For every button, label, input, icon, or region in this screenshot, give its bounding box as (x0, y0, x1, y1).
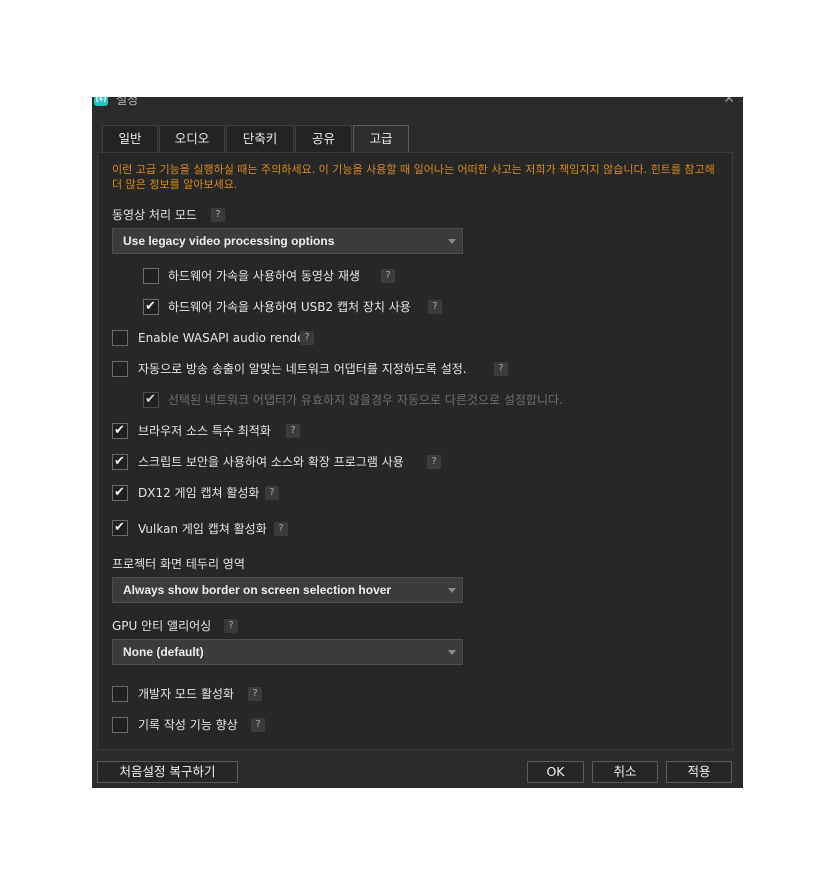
checkmark-icon: ✔ (114, 485, 125, 500)
tab-sharing[interactable]: 공유 (295, 125, 352, 152)
help-icon[interactable]: ? (381, 269, 395, 283)
help-icon[interactable]: ? (265, 486, 279, 500)
video-mode-select[interactable]: Use legacy video processing options (112, 228, 463, 254)
tab-label: 고급 (369, 131, 393, 146)
window-title: 설정 (116, 97, 139, 107)
tab-label: 단축키 (242, 131, 278, 146)
dev-mode-label: 개발자 모드 활성화 (138, 687, 234, 701)
checkmark-icon: ✔ (145, 299, 156, 314)
tab-advanced[interactable]: 고급 (353, 125, 409, 153)
title-bar: 설정 ✕ (92, 97, 743, 109)
wasapi-checkbox[interactable] (112, 330, 128, 346)
help-icon[interactable]: ? (428, 300, 442, 314)
vulkan-label: Vulkan 게임 캡쳐 활성화 (138, 522, 267, 536)
script-security-label: 스크립트 보안을 사용하여 소스와 확장 프로그램 사용 (138, 455, 404, 469)
auto-adapter-label: 자동으로 방송 송출이 알맞는 네트워크 어댑터를 지정하도록 설정. (138, 362, 467, 376)
chevron-down-icon (448, 239, 456, 244)
close-icon[interactable]: ✕ (723, 97, 735, 107)
advanced-panel: 이런 고급 기능을 실행하실 때는 주의하세요. 이 기능을 사용할 때 일어나… (97, 152, 733, 750)
warning-text: 이런 고급 기능을 실행하실 때는 주의하세요. 이 기능을 사용할 때 일어나… (112, 163, 715, 191)
help-icon[interactable]: ? (211, 208, 225, 222)
chevron-down-icon (448, 588, 456, 593)
help-icon[interactable]: ? (427, 455, 441, 469)
logging-label: 기록 작성 기능 향상 (138, 718, 238, 732)
adapter-fallback-label: 선택된 네트워크 어댑터가 유효하지 않을경우 자동으로 다른것으로 설정합니다… (168, 393, 563, 407)
browser-opt-checkbox[interactable]: ✔ (112, 423, 128, 439)
apply-button[interactable]: 적용 (666, 761, 732, 783)
checkmark-icon: ✔ (114, 520, 125, 535)
reset-defaults-button[interactable]: 처음설정 복구하기 (97, 761, 238, 783)
gpu-aa-value: None (default) (123, 645, 204, 659)
dx12-label: DX12 게임 캡쳐 활성화 (138, 486, 260, 500)
video-mode-label: 동영상 처리 모드 (112, 208, 197, 222)
help-icon[interactable]: ? (274, 522, 288, 536)
tab-general[interactable]: 일반 (102, 125, 158, 152)
adapter-fallback-checkbox[interactable]: ✔ (143, 392, 159, 408)
ok-button[interactable]: OK (527, 761, 584, 783)
browser-opt-label: 브라우저 소스 특수 최적화 (138, 424, 271, 438)
settings-window: 설정 ✕ 일반 오디오 단축키 공유 고급 이런 고급 기능을 실행하실 때는 … (92, 97, 743, 788)
video-mode-value: Use legacy video processing options (123, 234, 335, 248)
help-icon[interactable]: ? (300, 331, 314, 345)
broadcast-icon (94, 97, 108, 106)
tab-label: 공유 (311, 131, 335, 146)
checkmark-icon: ✔ (145, 392, 156, 407)
chevron-down-icon (448, 650, 456, 655)
hw-playback-checkbox[interactable] (143, 268, 159, 284)
script-security-checkbox[interactable]: ✔ (112, 454, 128, 470)
vulkan-checkbox[interactable]: ✔ (112, 520, 128, 536)
hw-usb2-label: 하드웨어 가속을 사용하여 USB2 캡처 장치 사용 (168, 300, 411, 314)
projector-border-select[interactable]: Always show border on screen selection h… (112, 577, 463, 603)
logging-checkbox[interactable] (112, 717, 128, 733)
help-icon[interactable]: ? (494, 362, 508, 376)
projector-border-label: 프로젝터 화면 테두리 영역 (112, 557, 245, 571)
tab-audio[interactable]: 오디오 (159, 125, 225, 152)
dev-mode-checkbox[interactable] (112, 686, 128, 702)
help-icon[interactable]: ? (286, 424, 300, 438)
tab-label: 일반 (118, 131, 142, 146)
tab-label: 오디오 (174, 131, 210, 146)
help-icon[interactable]: ? (248, 687, 262, 701)
dx12-checkbox[interactable]: ✔ (112, 485, 128, 501)
checkmark-icon: ✔ (114, 423, 125, 438)
gpu-aa-select[interactable]: None (default) (112, 639, 463, 665)
projector-border-value: Always show border on screen selection h… (123, 583, 392, 597)
wasapi-label: Enable WASAPI audio render (138, 331, 310, 345)
gpu-aa-label: GPU 안티 앨리어싱 (112, 619, 212, 633)
help-icon[interactable]: ? (224, 619, 238, 633)
hw-usb2-checkbox[interactable]: ✔ (143, 299, 159, 315)
help-icon[interactable]: ? (251, 718, 265, 732)
checkmark-icon: ✔ (114, 454, 125, 469)
auto-adapter-checkbox[interactable] (112, 361, 128, 377)
hw-playback-label: 하드웨어 가속을 사용하여 동영상 재생 (168, 269, 360, 283)
cancel-button[interactable]: 취소 (592, 761, 658, 783)
tab-hotkeys[interactable]: 단축키 (226, 125, 294, 152)
